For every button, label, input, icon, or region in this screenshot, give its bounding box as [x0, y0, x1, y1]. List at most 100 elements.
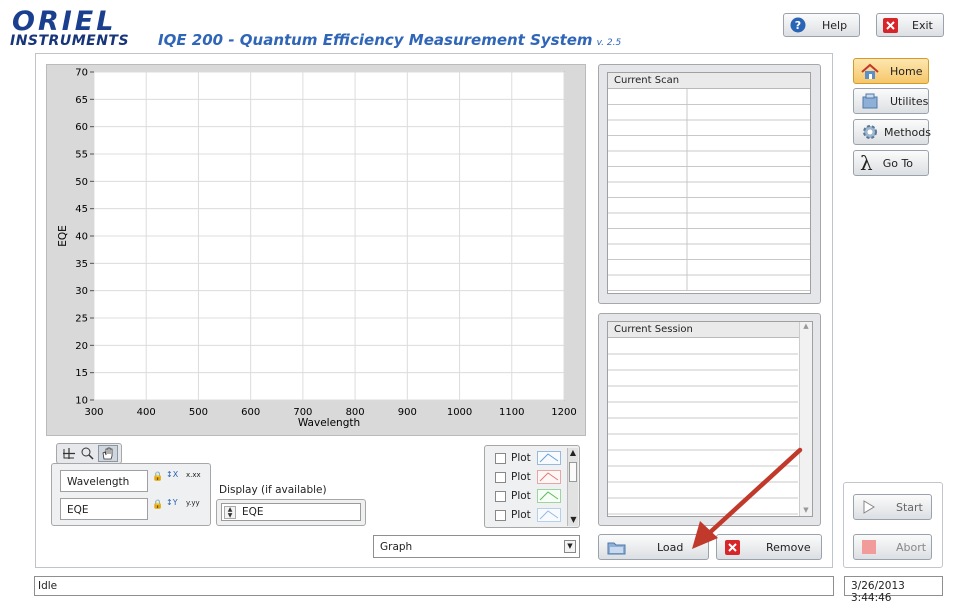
close-icon — [725, 539, 740, 555]
status-bar: Idle — [34, 576, 834, 596]
pan-hand-icon[interactable] — [98, 445, 118, 462]
x-tick-label: 400 — [137, 407, 156, 418]
current-session-frame: Current Session ▲ ▼ — [598, 313, 821, 526]
plot-swatch — [536, 451, 561, 465]
exit-button[interactable]: Exit — [876, 13, 944, 37]
scroll-thumb[interactable] — [569, 462, 577, 482]
display-control: ▲ ▼ EQE — [216, 499, 366, 526]
play-icon — [862, 500, 876, 514]
y-tick-label: 20 — [75, 341, 88, 352]
plot-label: Plot — [511, 490, 531, 502]
autoscale-y-icon[interactable]: ↕Y — [166, 498, 178, 507]
plot-checkbox[interactable] — [495, 509, 506, 521]
y-tick-label: 60 — [75, 122, 88, 133]
x-format-label[interactable]: x.xx — [186, 471, 201, 479]
plot-legend-scrollbar[interactable]: ▲ ▼ — [567, 448, 578, 526]
oriel-logo: ORIEL — [12, 6, 117, 37]
scroll-up-icon[interactable]: ▲ — [568, 448, 578, 460]
stop-icon — [862, 540, 876, 554]
y-axis-label: EQE — [57, 225, 69, 247]
utilities-icon — [860, 93, 880, 110]
y-tick-label: 65 — [75, 95, 88, 106]
exit-label: Exit — [912, 18, 933, 32]
load-label: Load — [657, 540, 684, 554]
view-select-value: Graph — [380, 541, 413, 553]
start-label: Start — [896, 500, 923, 514]
help-button[interactable]: ? Help — [783, 13, 860, 37]
graph-tools-palette — [56, 443, 122, 464]
x-tick-label: 1200 — [551, 407, 576, 418]
y-format-label[interactable]: y.yy — [186, 499, 200, 507]
scale-legend: Wavelength 🔒 ↕X x.xx EQE 🔒 ↕Y y.yy — [51, 463, 211, 526]
plot-checkbox[interactable] — [495, 490, 506, 502]
x-scale-name: Wavelength — [60, 470, 148, 492]
lock-icon[interactable]: 🔒 — [152, 500, 163, 510]
y-tick-label: 70 — [75, 68, 88, 79]
load-button[interactable]: Load — [598, 534, 709, 560]
current-session-table[interactable]: Current Session ▲ ▼ — [607, 321, 813, 517]
plot-legend-row[interactable]: Plot — [495, 487, 561, 505]
view-select[interactable]: Graph ▼ — [373, 535, 580, 558]
plot-checkbox[interactable] — [495, 452, 506, 464]
y-tick-label: 25 — [75, 314, 88, 325]
remove-button[interactable]: Remove — [716, 534, 822, 560]
plot-legend-row[interactable]: Plot — [495, 506, 561, 524]
session-scrollbar[interactable]: ▲ ▼ — [799, 322, 812, 516]
scroll-down-icon[interactable]: ▼ — [568, 515, 579, 524]
folder-icon — [607, 539, 627, 555]
svg-text:?: ? — [795, 19, 801, 32]
autoscale-x-icon[interactable]: ↕X — [166, 470, 178, 479]
plot-swatch — [536, 489, 561, 503]
lambda-icon: λ — [860, 151, 873, 175]
current-scan-title: Current Scan — [608, 73, 810, 89]
plot-legend-row[interactable]: Plot — [495, 449, 561, 467]
crosshair-icon[interactable] — [61, 446, 77, 464]
abort-button[interactable]: Abort — [853, 534, 932, 560]
x-tick-label: 500 — [189, 407, 208, 418]
x-axis-label: Wavelength — [298, 417, 360, 429]
chevron-down-icon[interactable]: ▼ — [564, 540, 576, 553]
display-label: Display (if available) — [219, 484, 327, 496]
display-field[interactable]: ▲ ▼ EQE — [221, 503, 361, 521]
app-title-text: IQE 200 - Quantum Efficiency Measurement… — [158, 31, 593, 49]
methods-button[interactable]: Methods — [853, 119, 931, 145]
spinner-icon[interactable]: ▲ ▼ — [224, 506, 236, 519]
y-tick-label: 50 — [75, 177, 88, 188]
plot-legend-row[interactable]: Plot — [495, 468, 561, 486]
y-tick-label: 40 — [75, 232, 88, 243]
current-session-title: Current Session — [608, 322, 812, 338]
goto-button[interactable]: λ Go To — [853, 150, 929, 176]
plot-swatch — [536, 470, 561, 484]
methods-label: Methods — [884, 125, 931, 139]
x-tick-label: 1100 — [499, 407, 524, 418]
eqe-graph[interactable]: 300 400 500 600 700 800 900 1000 1100 1200 101520… — [46, 64, 586, 436]
x-tick-label: 1000 — [447, 407, 472, 418]
close-icon — [883, 17, 898, 33]
plot-label: Plot — [511, 471, 531, 483]
plot-label: Plot — [511, 452, 531, 464]
datetime-display: 3/26/2013 3:44:46 — [844, 576, 943, 604]
home-label: Home — [890, 64, 923, 78]
y-tick-label: 15 — [75, 368, 88, 379]
utilities-button[interactable]: Utilites — [853, 88, 929, 114]
plot-checkbox[interactable] — [495, 471, 506, 483]
goto-label: Go To — [882, 156, 914, 170]
zoom-icon[interactable] — [79, 446, 95, 464]
y-tick-label: 55 — [75, 150, 88, 161]
start-button[interactable]: Start — [853, 494, 932, 520]
help-label: Help — [822, 18, 848, 32]
current-scan-table[interactable]: Current Scan — [607, 72, 811, 294]
x-tick-label: 300 — [84, 407, 103, 418]
current-scan-rows — [608, 89, 810, 291]
lock-icon[interactable]: 🔒 — [152, 472, 163, 482]
utilities-label: Utilites — [890, 94, 929, 108]
y-tick-label: 45 — [75, 204, 88, 215]
plot-swatch — [536, 508, 561, 522]
app-title: IQE 200 - Quantum Efficiency Measurement… — [158, 31, 621, 49]
home-button[interactable]: Home — [853, 58, 929, 84]
y-scale-name: EQE — [60, 498, 148, 520]
scroll-down-icon[interactable]: ▼ — [800, 506, 812, 514]
y-tick-labels: 10 15 20 25 30 35 40 45 50 55 60 65 70 — [75, 68, 88, 407]
scroll-up-icon[interactable]: ▲ — [800, 322, 812, 330]
current-scan-frame: Current Scan — [598, 64, 821, 304]
